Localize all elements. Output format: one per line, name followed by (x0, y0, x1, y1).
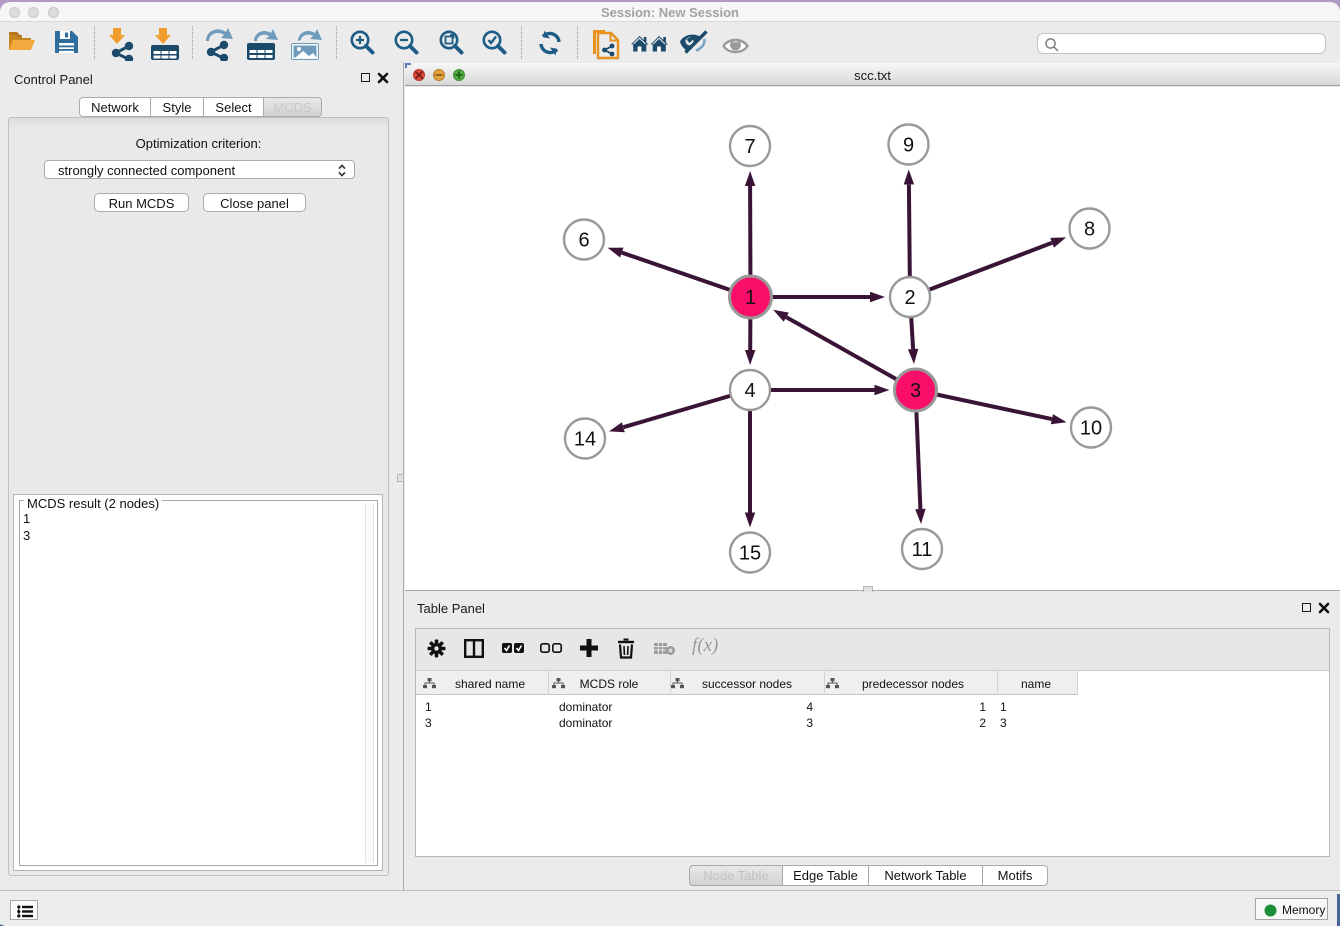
svg-text:9: 9 (903, 135, 914, 157)
svg-text:4: 4 (744, 380, 755, 402)
svg-text:11: 11 (912, 539, 933, 561)
svg-text:10: 10 (1080, 418, 1102, 440)
svg-text:3: 3 (910, 380, 921, 402)
svg-text:7: 7 (744, 136, 755, 158)
svg-text:14: 14 (574, 429, 596, 451)
svg-text:6: 6 (578, 230, 589, 252)
svg-text:8: 8 (1084, 219, 1095, 241)
svg-text:1: 1 (745, 287, 756, 309)
svg-text:2: 2 (904, 287, 915, 309)
svg-text:15: 15 (739, 543, 761, 565)
